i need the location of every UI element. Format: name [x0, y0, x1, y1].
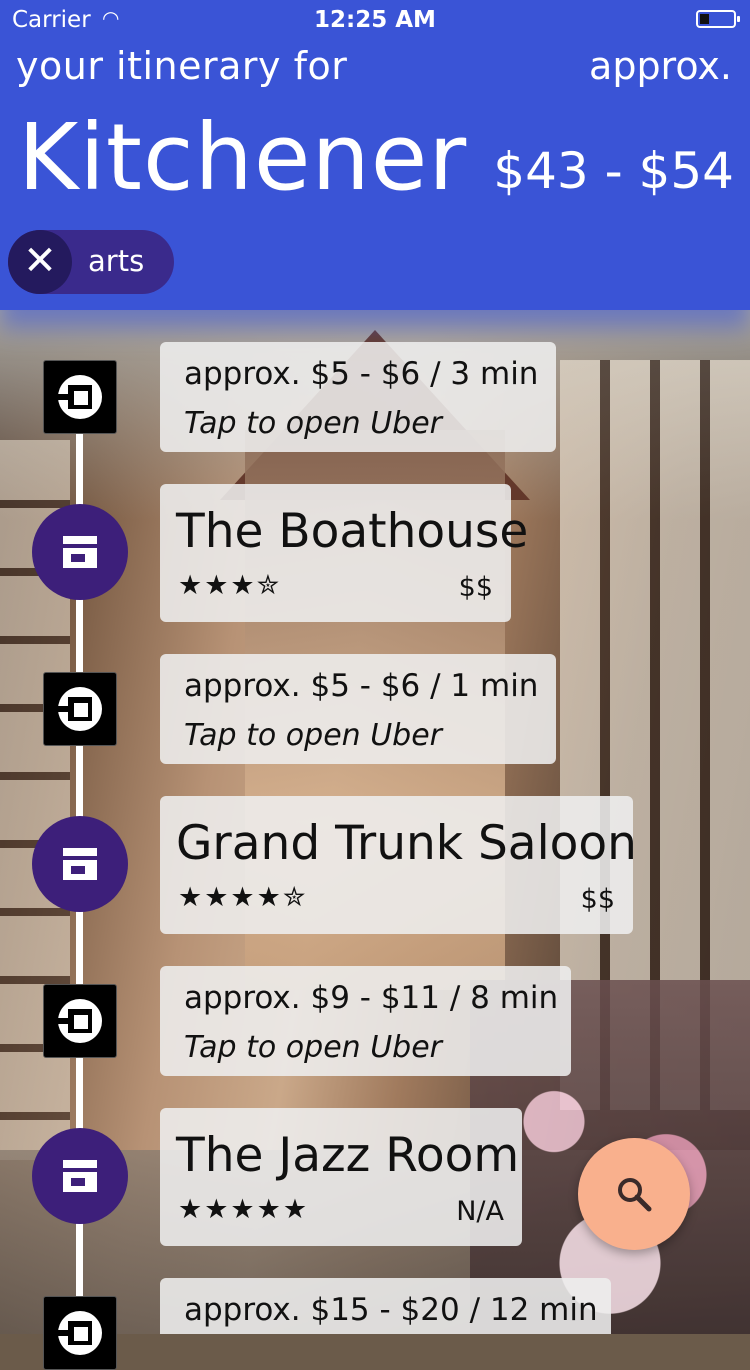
price-level: $$ [580, 884, 615, 915]
status-bar: Carrier ◠ 12:25 AM [0, 0, 750, 40]
store-icon [32, 816, 128, 912]
place-card[interactable]: Grand Trunk Saloon ★★★★✮ $$ [160, 796, 637, 934]
filter-chip-label: arts [88, 244, 145, 278]
star-rating: ★★★✮ [178, 570, 282, 601]
itinerary-header: Carrier ◠ 12:25 AM your itinerary for ap… [0, 0, 750, 310]
place-name: The Boathouse [176, 504, 529, 559]
star-rating: ★★★★✮ [178, 882, 308, 913]
open-uber-link[interactable]: Tap to open Uber [184, 718, 442, 753]
place-name: The Jazz Room [176, 1128, 520, 1183]
ride-fare: approx. $9 - $11 / 8 min [184, 980, 559, 1016]
open-uber-link[interactable]: Tap to open Uber [184, 1030, 442, 1065]
place-card[interactable]: The Boathouse ★★★✮ $$ [160, 484, 528, 622]
price-level: $$ [458, 572, 493, 603]
uber-icon [43, 984, 117, 1058]
place-card[interactable]: The Jazz Room ★★★★★ N/A [160, 1108, 522, 1246]
uber-icon [43, 1296, 117, 1370]
ride-card[interactable]: approx. $5 - $6 / 3 min Tap to open Uber [160, 342, 556, 452]
price-level: N/A [456, 1196, 504, 1227]
clock: 12:25 AM [314, 7, 436, 33]
ride-fare: approx. $5 - $6 / 1 min [184, 668, 539, 704]
store-icon [32, 1128, 128, 1224]
ride-card[interactable]: approx. $15 - $20 / 12 min [160, 1278, 611, 1334]
approx-label: approx. [589, 44, 732, 88]
place-name: Grand Trunk Saloon [176, 816, 637, 871]
city-title: Kitchener [18, 104, 468, 211]
filter-chip-arts[interactable]: ✕ arts [8, 230, 174, 294]
uber-icon [43, 672, 117, 746]
ride-fare: approx. $5 - $6 / 3 min [184, 356, 539, 392]
itinerary-subtitle: your itinerary for [16, 44, 348, 88]
ride-fare: approx. $15 - $20 / 12 min [184, 1292, 598, 1328]
battery-icon [696, 10, 740, 28]
price-range: $43 - $54 [493, 142, 734, 200]
store-icon [32, 504, 128, 600]
star-rating: ★★★★★ [178, 1194, 310, 1225]
ride-card[interactable]: approx. $9 - $11 / 8 min Tap to open Ube… [160, 966, 571, 1076]
search-icon [618, 1178, 652, 1212]
open-uber-link[interactable]: Tap to open Uber [184, 406, 442, 441]
ride-card[interactable]: approx. $5 - $6 / 1 min Tap to open Uber [160, 654, 556, 764]
uber-icon [43, 360, 117, 434]
close-icon[interactable]: ✕ [8, 230, 72, 294]
search-button[interactable] [578, 1138, 690, 1250]
